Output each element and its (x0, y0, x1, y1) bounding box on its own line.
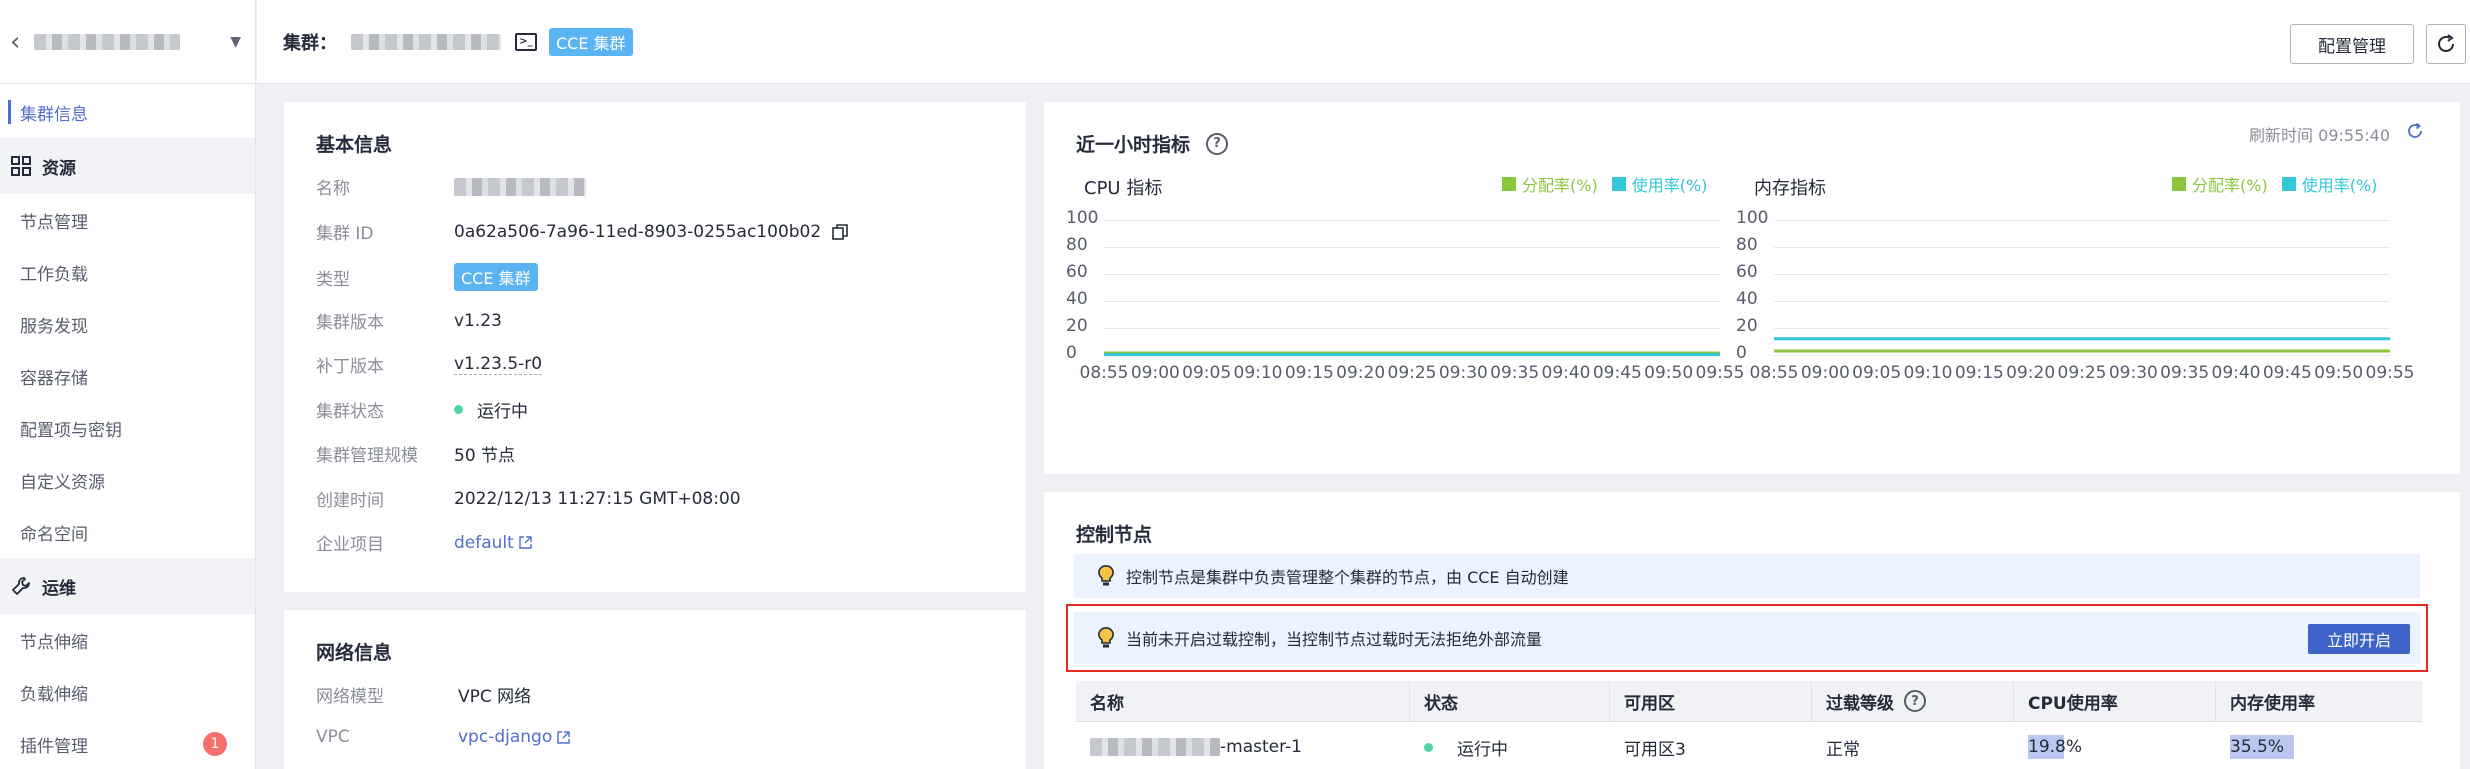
sidebar-item-cluster-info[interactable]: 集群信息 (0, 86, 255, 138)
sidebar-item-storage[interactable]: 容器存储 (0, 350, 255, 402)
sidebar-item-label: 容器存储 (20, 368, 88, 389)
chart-plot-area (1774, 337, 2390, 353)
sidebar-item-node-scaling[interactable]: 节点伸缩 (0, 614, 255, 666)
cluster-type-tag: CCE 集群 (549, 27, 633, 56)
caret-down-icon[interactable]: ▼ (230, 34, 241, 50)
info-row-vpc: VPC vpc-django (316, 727, 571, 747)
version-value: v1.23 (454, 310, 502, 331)
sidebar-group-label: 资源 (42, 158, 76, 179)
cluster-name-redacted (351, 33, 501, 50)
cluster-id-value: 0a62a506-7a96-11ed-8903-0255ac100b02 (454, 221, 822, 242)
cluster-name-redacted (454, 177, 586, 196)
info-notice: 控制节点是集群中负责管理整个集群的节点，由 CCE 自动创建 (1074, 554, 2420, 598)
sidebar-item-label: 插件管理 (20, 736, 88, 757)
created-time-value: 2022/12/13 11:27:15 GMT+08:00 (454, 488, 741, 509)
info-row-created: 创建时间 2022/12/13 11:27:15 GMT+08:00 (316, 486, 741, 512)
card-title: 基本信息 (316, 134, 393, 156)
info-key: 集群版本 (316, 313, 384, 333)
refresh-icon (2438, 34, 2454, 52)
sidebar-item-label: 节点伸缩 (20, 632, 88, 653)
info-notice-text: 控制节点是集群中负责管理整个集群的节点，由 CCE 自动创建 (1126, 568, 1569, 587)
info-row-type: 类型 CCE 集群 (316, 263, 538, 291)
external-link-icon[interactable] (518, 535, 533, 550)
lightbulb-icon (1098, 565, 1114, 587)
sidebar-item-addons[interactable]: 插件管理 1 (0, 718, 255, 769)
info-row-scale: 集群管理规模 50 节点 (316, 441, 515, 466)
basic-info-card: 基本信息 名称 集群 ID 0a62a506-7a96-11ed-8903-02… (284, 102, 1026, 592)
info-key: 集群 ID (316, 224, 374, 244)
sidebar-item-label: 工作负载 (20, 264, 88, 285)
sidebar-item-label: 负载伸缩 (20, 684, 88, 705)
back-chevron-icon[interactable]: ‹ (10, 27, 20, 57)
info-key: 创建时间 (316, 491, 384, 511)
info-row-status: 集群状态 运行中 (316, 397, 528, 422)
wrench-icon (10, 576, 32, 596)
cluster-label: 集群： (283, 32, 337, 54)
info-key: 网络模型 (316, 687, 384, 707)
sidebar-item-label: 配置项与密钥 (20, 420, 122, 441)
info-row-network-model: 网络模型 VPC 网络 (316, 682, 531, 707)
enable-now-button[interactable]: 立即开启 (2308, 624, 2410, 654)
info-key: 集群状态 (316, 402, 384, 422)
vpc-link[interactable]: vpc-django (458, 727, 552, 747)
card-title: 网络信息 (316, 642, 393, 664)
info-key: 名称 (316, 179, 350, 199)
config-management-button[interactable]: 配置管理 (2290, 24, 2414, 64)
info-row-version: 集群版本 v1.23 (316, 308, 502, 334)
sidebar-item-label: 节点管理 (20, 212, 88, 233)
info-key: 补丁版本 (316, 357, 384, 377)
external-link-icon[interactable] (556, 730, 571, 745)
info-key: 类型 (316, 269, 350, 290)
sidebar-item-label: 服务发现 (20, 316, 88, 337)
patch-version-value[interactable]: v1.23.5-r0 (454, 354, 543, 375)
metrics-card: 近一小时指标 ? 刷新时间 09:55:40 CPU 指标 分配率(%) 使用率… (1044, 102, 2460, 474)
info-row-name: 名称 (316, 174, 586, 199)
network-info-card: 网络信息 网络模型 VPC 网络 VPC vpc-django (284, 610, 1026, 769)
card-title: 控制节点 (1076, 524, 1153, 546)
info-row-enterprise-project: 企业项目 default (316, 530, 533, 555)
sidebar-item-nodes[interactable]: 节点管理 (0, 194, 255, 246)
network-model-value: VPC 网络 (458, 687, 532, 707)
sidebar-item-custom-resources[interactable]: 自定义资源 (0, 454, 255, 506)
sidebar-group-ops[interactable]: 运维 (0, 558, 255, 614)
sidebar: ‹ ▼ 集群信息 资源 节点管理 工作负载 服务发现 容器存储 配置项与密钥 自… (0, 0, 256, 769)
sidebar-item-label: 集群信息 (20, 104, 88, 125)
copy-icon[interactable] (831, 223, 849, 241)
info-key: 集群管理规模 (316, 446, 418, 466)
info-row-patch-version: 补丁版本 v1.23.5-r0 (316, 352, 543, 377)
info-key: 企业项目 (316, 535, 384, 555)
control-nodes-card: 控制节点 控制节点是集群中负责管理整个集群的节点，由 CCE 自动创建 (1044, 492, 2460, 769)
cluster-name-redacted (34, 33, 181, 50)
grid-icon (10, 156, 32, 176)
sidebar-item-workloads[interactable]: 工作负载 (0, 246, 255, 298)
page-header: 集群： >_ CCE 集群 配置管理 (257, 0, 2470, 84)
cluster-type-tag: CCE 集群 (454, 263, 538, 291)
notification-badge: 1 (203, 732, 227, 756)
sidebar-item-label: 命名空间 (20, 524, 88, 545)
sidebar-item-configmaps-secrets[interactable]: 配置项与密钥 (0, 402, 255, 454)
sidebar-group-label: 运维 (42, 578, 76, 599)
status-dot (454, 405, 463, 414)
refresh-button[interactable] (2426, 24, 2466, 64)
scale-value: 50 节点 (454, 446, 516, 466)
sidebar-item-label: 自定义资源 (20, 472, 105, 493)
cluster-switcher[interactable]: ‹ ▼ (0, 0, 255, 84)
info-row-cluster-id: 集群 ID 0a62a506-7a96-11ed-8903-0255ac100b… (316, 219, 849, 244)
status-value: 运行中 (477, 402, 528, 422)
enterprise-project-link[interactable]: default (454, 533, 514, 553)
sidebar-item-workload-scaling[interactable]: 负载伸缩 (0, 666, 255, 718)
sidebar-item-namespaces[interactable]: 命名空间 (0, 506, 255, 558)
info-key: VPC (316, 727, 350, 747)
sidebar-group-resources[interactable]: 资源 (0, 138, 255, 194)
terminal-icon[interactable]: >_ (515, 32, 537, 51)
sidebar-item-service-discovery[interactable]: 服务发现 (0, 298, 255, 350)
